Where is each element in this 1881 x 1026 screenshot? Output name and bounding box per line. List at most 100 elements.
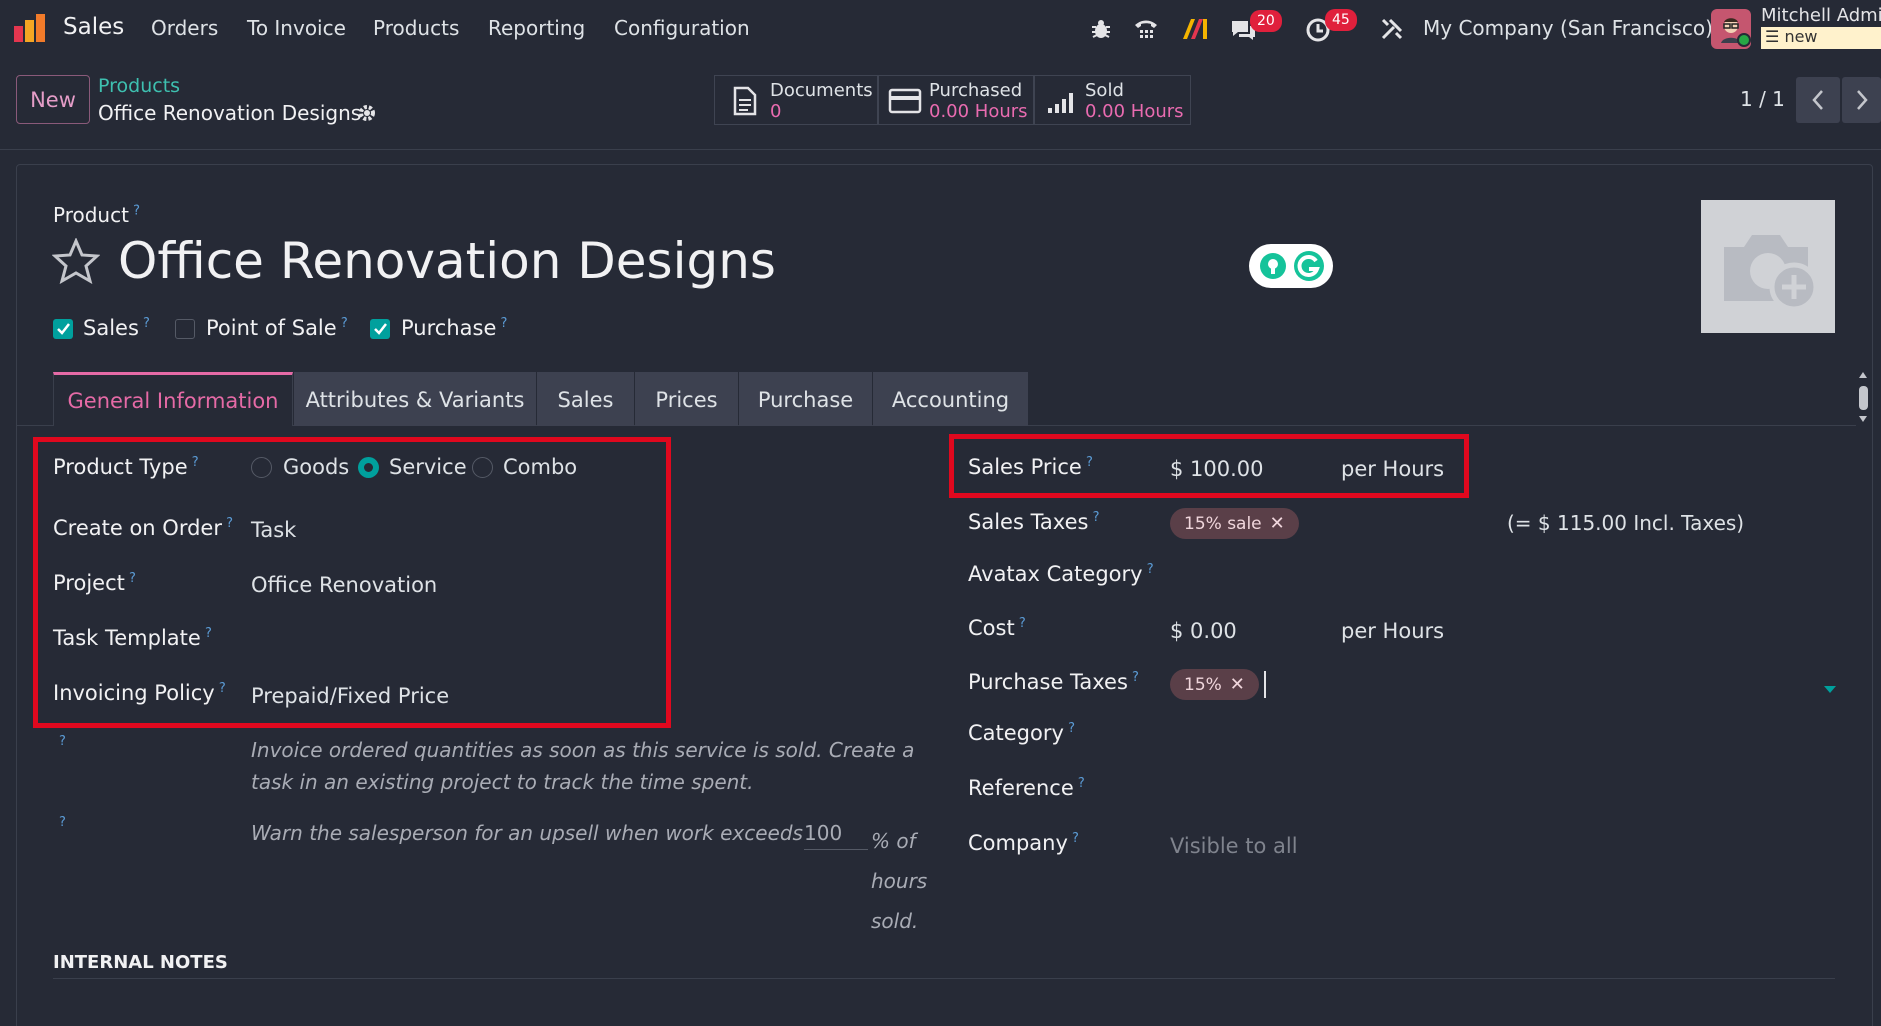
category-field[interactable] — [1170, 715, 1770, 755]
invoice-policy-help: Invoice ordered quantities as soon as th… — [251, 738, 915, 794]
upsell-help-suffix: % of hours sold. — [871, 829, 928, 933]
new-button[interactable]: New — [16, 75, 90, 124]
activity-badge: 45 — [1325, 9, 1357, 31]
upsell-threshold-input[interactable]: 100 — [804, 821, 868, 850]
tab-general-information[interactable]: General Information — [53, 372, 293, 426]
point-of-sale-label: Point of Sale ? — [206, 316, 348, 340]
purchase-checkbox-label: Purchase ? — [401, 316, 507, 340]
bug-icon[interactable] — [1088, 16, 1114, 42]
credit-card-icon — [887, 86, 923, 116]
menu-reporting[interactable]: Reporting — [488, 16, 585, 40]
sales-app-icon[interactable] — [14, 12, 48, 44]
sales-tax-tag-label: 15% sale — [1184, 513, 1262, 534]
menu-orders[interactable]: Orders — [151, 16, 218, 40]
reference-field[interactable] — [1170, 770, 1770, 810]
scroll-down-icon[interactable] — [1859, 416, 1867, 422]
purchase-checkbox-text: Purchase — [401, 316, 497, 340]
help-icon[interactable]: ? — [1074, 776, 1085, 791]
sold-smart-button[interactable]: Sold 0.00 Hours — [1034, 75, 1191, 125]
sales-taxes-label: Sales Taxes ? — [968, 510, 1099, 534]
tab-accounting[interactable]: Accounting — [873, 372, 1028, 426]
highlight-box-sales-price — [949, 434, 1469, 498]
help-icon[interactable]: ? — [1068, 831, 1079, 846]
gear-icon[interactable] — [356, 102, 378, 124]
point-of-sale-text: Point of Sale — [206, 316, 337, 340]
tab-sales[interactable]: Sales — [537, 372, 634, 426]
menu-products[interactable]: Products — [373, 16, 459, 40]
sales-checkbox-text: Sales — [83, 316, 139, 340]
documents-smart-button[interactable]: Documents 0 — [714, 75, 878, 125]
highlight-box-left — [33, 437, 671, 728]
purchased-label: Purchased — [929, 80, 1023, 101]
scroll-thumb[interactable] — [1859, 386, 1868, 410]
database-icon: ☰ — [1765, 27, 1785, 46]
remove-tag-icon[interactable]: ✕ — [1230, 674, 1245, 695]
point-of-sale-checkbox[interactable] — [175, 319, 195, 339]
top-navbar: Sales Orders To Invoice Products Reporti… — [0, 0, 1881, 57]
tools-icon[interactable] — [1378, 16, 1406, 42]
purchase-tax-tag-label: 15% — [1184, 674, 1222, 695]
documents-label: Documents — [770, 80, 873, 101]
pager[interactable]: 1 / 1 — [1740, 87, 1785, 111]
purchase-taxes-dropdown-icon[interactable] — [1824, 686, 1836, 693]
tab-purchase[interactable]: Purchase — [739, 372, 872, 426]
pager-prev-button[interactable] — [1796, 77, 1840, 123]
tab-attributes-variants[interactable]: Attributes & Variants — [294, 372, 536, 426]
online-status-dot — [1737, 33, 1751, 47]
menu-to-invoice[interactable]: To Invoice — [247, 16, 346, 40]
cost-text: Cost — [968, 616, 1015, 640]
purchase-taxes-text: Purchase Taxes — [968, 670, 1128, 694]
purchase-taxes-label: Purchase Taxes ? — [968, 670, 1139, 694]
company-field[interactable]: Visible to all — [1170, 834, 1298, 858]
category-label: Category ? — [968, 721, 1075, 745]
reference-text: Reference — [968, 776, 1074, 800]
purchased-value: 0.00 Hours — [929, 101, 1028, 122]
scrollbar[interactable] — [1856, 372, 1870, 424]
reference-label: Reference ? — [968, 776, 1085, 800]
check-icon — [374, 323, 387, 335]
grammarly-widget[interactable] — [1249, 244, 1333, 288]
help-icon[interactable]: ? — [129, 203, 140, 218]
user-name[interactable]: Mitchell Admin — [1761, 5, 1881, 26]
upsell-help-prefix: Warn the salesperson for an upsell when … — [251, 821, 803, 845]
scroll-up-icon[interactable] — [1859, 372, 1867, 378]
phone-icon[interactable] — [1132, 16, 1160, 42]
purchased-smart-button[interactable]: Purchased 0.00 Hours — [878, 75, 1034, 125]
document-icon — [731, 84, 759, 118]
purchase-tax-tag[interactable]: 15% ✕ — [1170, 669, 1259, 700]
text-cursor — [1264, 671, 1266, 698]
help-icon[interactable]: ? — [59, 815, 66, 830]
company-text: Company — [968, 831, 1068, 855]
help-icon[interactable]: ? — [1064, 721, 1075, 736]
avatax-category-field[interactable] — [1170, 556, 1770, 596]
pager-next-button[interactable] — [1842, 77, 1881, 123]
help-icon[interactable]: ? — [1143, 562, 1154, 577]
sold-value: 0.00 Hours — [1085, 101, 1184, 122]
remove-tag-icon[interactable]: ✕ — [1270, 513, 1285, 534]
star-icon[interactable] — [51, 237, 101, 285]
cost-field[interactable]: $ 0.00 — [1170, 619, 1237, 643]
sold-label: Sold — [1085, 80, 1124, 101]
help-icon[interactable]: ? — [139, 316, 150, 331]
breadcrumb-current: Office Renovation Designs — [98, 101, 362, 125]
product-name-field[interactable]: Office Renovation Designs — [118, 232, 776, 290]
menu-configuration[interactable]: Configuration — [614, 16, 750, 40]
ai-logo-icon[interactable] — [1180, 15, 1210, 43]
help-icon[interactable]: ? — [496, 316, 508, 331]
db-badge: ☰ new — [1761, 27, 1881, 49]
help-icon[interactable]: ? — [337, 316, 348, 331]
help-icon[interactable]: ? — [1088, 510, 1100, 525]
tab-prices[interactable]: Prices — [635, 372, 738, 426]
company-switcher[interactable]: My Company (San Francisco) — [1423, 16, 1713, 40]
help-icon[interactable]: ? — [59, 734, 66, 749]
help-icon[interactable]: ? — [1015, 616, 1026, 631]
incl-taxes-text: (= $ 115.00 Incl. Taxes) — [1507, 511, 1745, 535]
help-icon[interactable]: ? — [1128, 670, 1139, 685]
db-badge-label: new — [1784, 27, 1818, 46]
app-title[interactable]: Sales — [63, 14, 124, 40]
documents-value: 0 — [770, 101, 782, 122]
breadcrumb-parent[interactable]: Products — [98, 75, 180, 97]
product-image-placeholder[interactable] — [1701, 200, 1835, 333]
avatax-category-text: Avatax Category — [968, 562, 1143, 586]
sales-tax-tag[interactable]: 15% sale ✕ — [1170, 508, 1299, 539]
